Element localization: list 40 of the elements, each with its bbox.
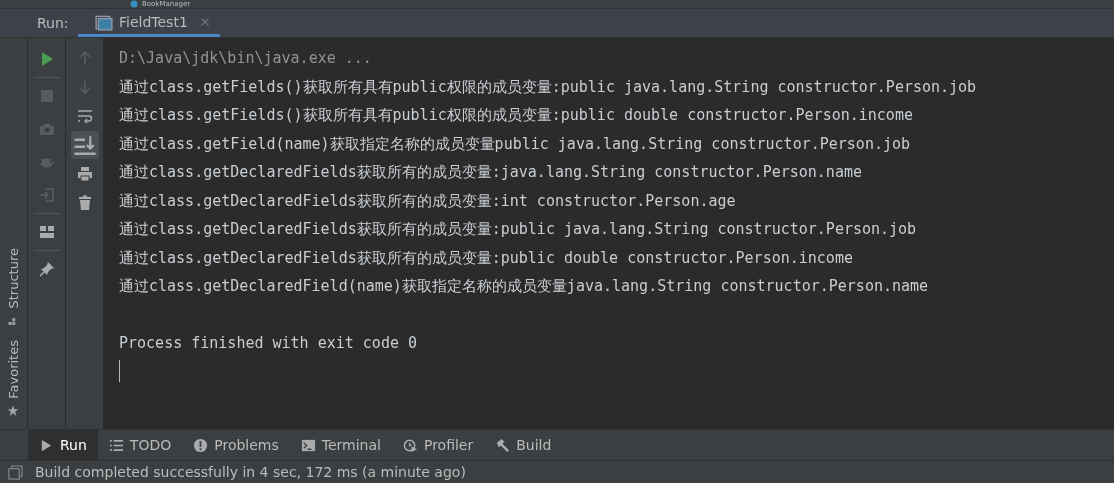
output-line: 通过class.getDeclaredFields获取所有的成员变量:int constructor.Person.age (119, 190, 737, 212)
tool-window-tab[interactable]: Problems (182, 430, 290, 460)
tool-window-tab[interactable]: TODO (97, 430, 183, 460)
login-icon[interactable] (38, 187, 55, 203)
play-icon (39, 437, 54, 453)
output-line: 通过class.getField(name)获取指定名称的成员变量public java.lang.String constructor.Person.job (119, 133, 912, 155)
tool-window-tab[interactable]: Favorites (6, 340, 21, 417)
output-line: Process finished with exit code 0 (119, 333, 418, 354)
camera-icon[interactable] (38, 121, 55, 137)
trash-icon[interactable] (76, 195, 93, 211)
stop-icon[interactable] (38, 88, 55, 104)
tool-window-tab[interactable]: Structure (6, 247, 21, 327)
exclamation-icon (193, 437, 209, 453)
output-line: 通过class.getDeclaredField(name)获取指定名称的成员变量java.lang.String constructor.Person.name (119, 276, 930, 297)
tool-window-tab[interactable]: Terminal (289, 430, 392, 460)
run-panel-label: Run: (36, 14, 70, 33)
star-icon (7, 405, 20, 417)
output-line: 通过class.getDeclaredFields获取所有的成员变量:public double constructor.Person.income (119, 247, 854, 269)
status-message: Build completed successfully in 4 sec, 172 ms (a minute ago) (35, 464, 466, 480)
list-icon (108, 437, 124, 453)
panel-toggle-icon[interactable] (8, 464, 23, 480)
console-output[interactable] (104, 38, 1114, 429)
tool-window-tab[interactable]: Run (28, 430, 98, 460)
print-icon[interactable] (76, 166, 93, 182)
scroll-to-end-icon[interactable] (70, 131, 99, 159)
layout-icon[interactable] (38, 224, 55, 240)
command-line: D:\Java\jdk\bin\java.exe ... (119, 48, 373, 69)
hammer-icon (495, 437, 511, 453)
pin-icon[interactable] (38, 261, 55, 277)
clock-icon (402, 437, 418, 453)
output-line: 通过class.getFields()获取所有具有public权限的成员变量:public double constructor.Person.income (119, 105, 914, 126)
down-arrow-icon[interactable] (76, 79, 93, 95)
output-line: 通过class.getDeclaredFields获取所有的成员变量:public java.lang.String constructor.Person.job (119, 219, 918, 240)
output-line: 通过class.getDeclaredFields获取所有的成员变量:java.lang.String constructor.Person.name (119, 162, 863, 183)
tool-window-tab[interactable]: Profiler (391, 430, 485, 460)
text-cursor (119, 359, 120, 382)
output-line: 通过class.getFields()获取所有具有public权限的成员变量:public java.lang.String constructor.Person.job (119, 76, 978, 98)
soft-wrap-icon[interactable] (76, 108, 93, 124)
terminal-icon (300, 437, 316, 453)
tool-window-tab[interactable]: Build (484, 430, 563, 460)
